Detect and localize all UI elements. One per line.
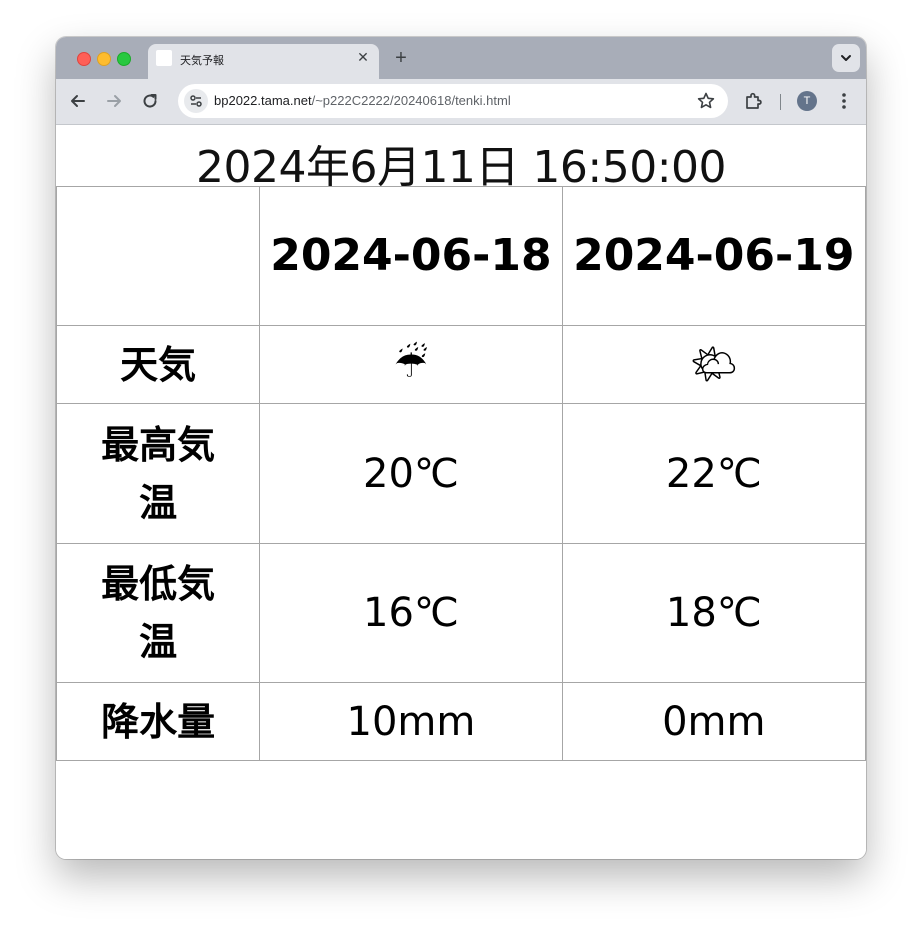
date-header-1: 2024-06-18: [259, 186, 563, 326]
weather-cell-1: ☔: [259, 325, 563, 404]
min-temp-1: 16℃: [259, 543, 563, 683]
umbrella-rain-icon: ☔: [393, 343, 428, 386]
extensions-button[interactable]: [743, 90, 765, 112]
tab-search-button[interactable]: [832, 44, 860, 72]
minimize-window-button[interactable]: [97, 52, 111, 66]
new-tab-button[interactable]: +: [391, 48, 411, 68]
page-content: 2024年6月11日 16:50:00 2024-06-18 2024-06-1…: [56, 125, 866, 859]
tab-close-icon[interactable]: ✕: [355, 49, 371, 65]
star-icon: [697, 92, 715, 109]
url-text: bp2022.tama.net/~p222C2222/20240618/tenk…: [214, 93, 511, 108]
table-row-dates: 2024-06-18 2024-06-19: [56, 186, 866, 326]
tab-title: 天気予報: [180, 54, 224, 67]
toolbar-divider: [780, 94, 781, 110]
sun-behind-cloud-icon: 🌤: [689, 343, 738, 386]
chevron-down-icon: [841, 55, 851, 61]
max-temp-label: 最高気温: [56, 403, 261, 544]
site-info-button[interactable]: [184, 89, 208, 113]
url-host: bp2022.tama.net: [214, 93, 312, 108]
puzzle-icon: [746, 92, 762, 109]
max-temp-2: 22℃: [561, 403, 866, 544]
close-window-button[interactable]: [77, 52, 91, 66]
zoom-window-button[interactable]: [117, 52, 131, 66]
tune-icon: [190, 95, 202, 107]
precip-1: 10mm: [259, 682, 563, 761]
min-temp-label: 最低気温: [56, 543, 261, 683]
bookmark-button[interactable]: [696, 91, 716, 111]
max-temp-1: 20℃: [259, 403, 563, 544]
url-path: /~p222C2222/20240618/tenki.html: [311, 93, 511, 108]
min-temp-2: 18℃: [561, 543, 866, 683]
tab-active[interactable]: 天気予報 ✕: [148, 44, 379, 79]
profile-avatar[interactable]: T: [797, 91, 817, 111]
more-vertical-icon: [842, 93, 846, 109]
empty-header-cell: [56, 186, 261, 326]
reload-button[interactable]: [139, 90, 161, 112]
browser-toolbar: bp2022.tama.net/~p222C2222/20240618/tenk…: [56, 79, 866, 125]
reload-icon: [143, 94, 157, 108]
address-bar[interactable]: bp2022.tama.net/~p222C2222/20240618/tenk…: [178, 84, 728, 118]
date-header-2: 2024-06-19: [561, 186, 866, 326]
browser-window: 天気予報 ✕ + bp2022.tama.net/~p222C2222/2024…: [56, 37, 866, 859]
table-row-precip: 降水量 10mm 0mm: [56, 682, 866, 761]
weather-cell-2: 🌤: [561, 325, 866, 404]
favicon-icon: [156, 50, 172, 66]
table-row-max-temp: 最高気温 20℃ 22℃: [56, 403, 866, 544]
back-button[interactable]: [67, 90, 89, 112]
table-row-min-temp: 最低気温 16℃ 18℃: [56, 543, 866, 683]
forward-button[interactable]: [103, 90, 125, 112]
menu-button[interactable]: [833, 90, 855, 112]
weather-table: 2024-06-18 2024-06-19 天気 ☔ 🌤 最高気温 20℃ 22…: [56, 186, 866, 761]
table-row-weather: 天気 ☔ 🌤: [56, 325, 866, 404]
precip-2: 0mm: [561, 682, 866, 761]
weather-label: 天気: [56, 325, 261, 404]
precip-label: 降水量: [56, 682, 261, 761]
arrow-left-icon: [71, 95, 85, 107]
arrow-right-icon: [107, 95, 121, 107]
tab-bar: 天気予報 ✕ +: [56, 37, 866, 79]
